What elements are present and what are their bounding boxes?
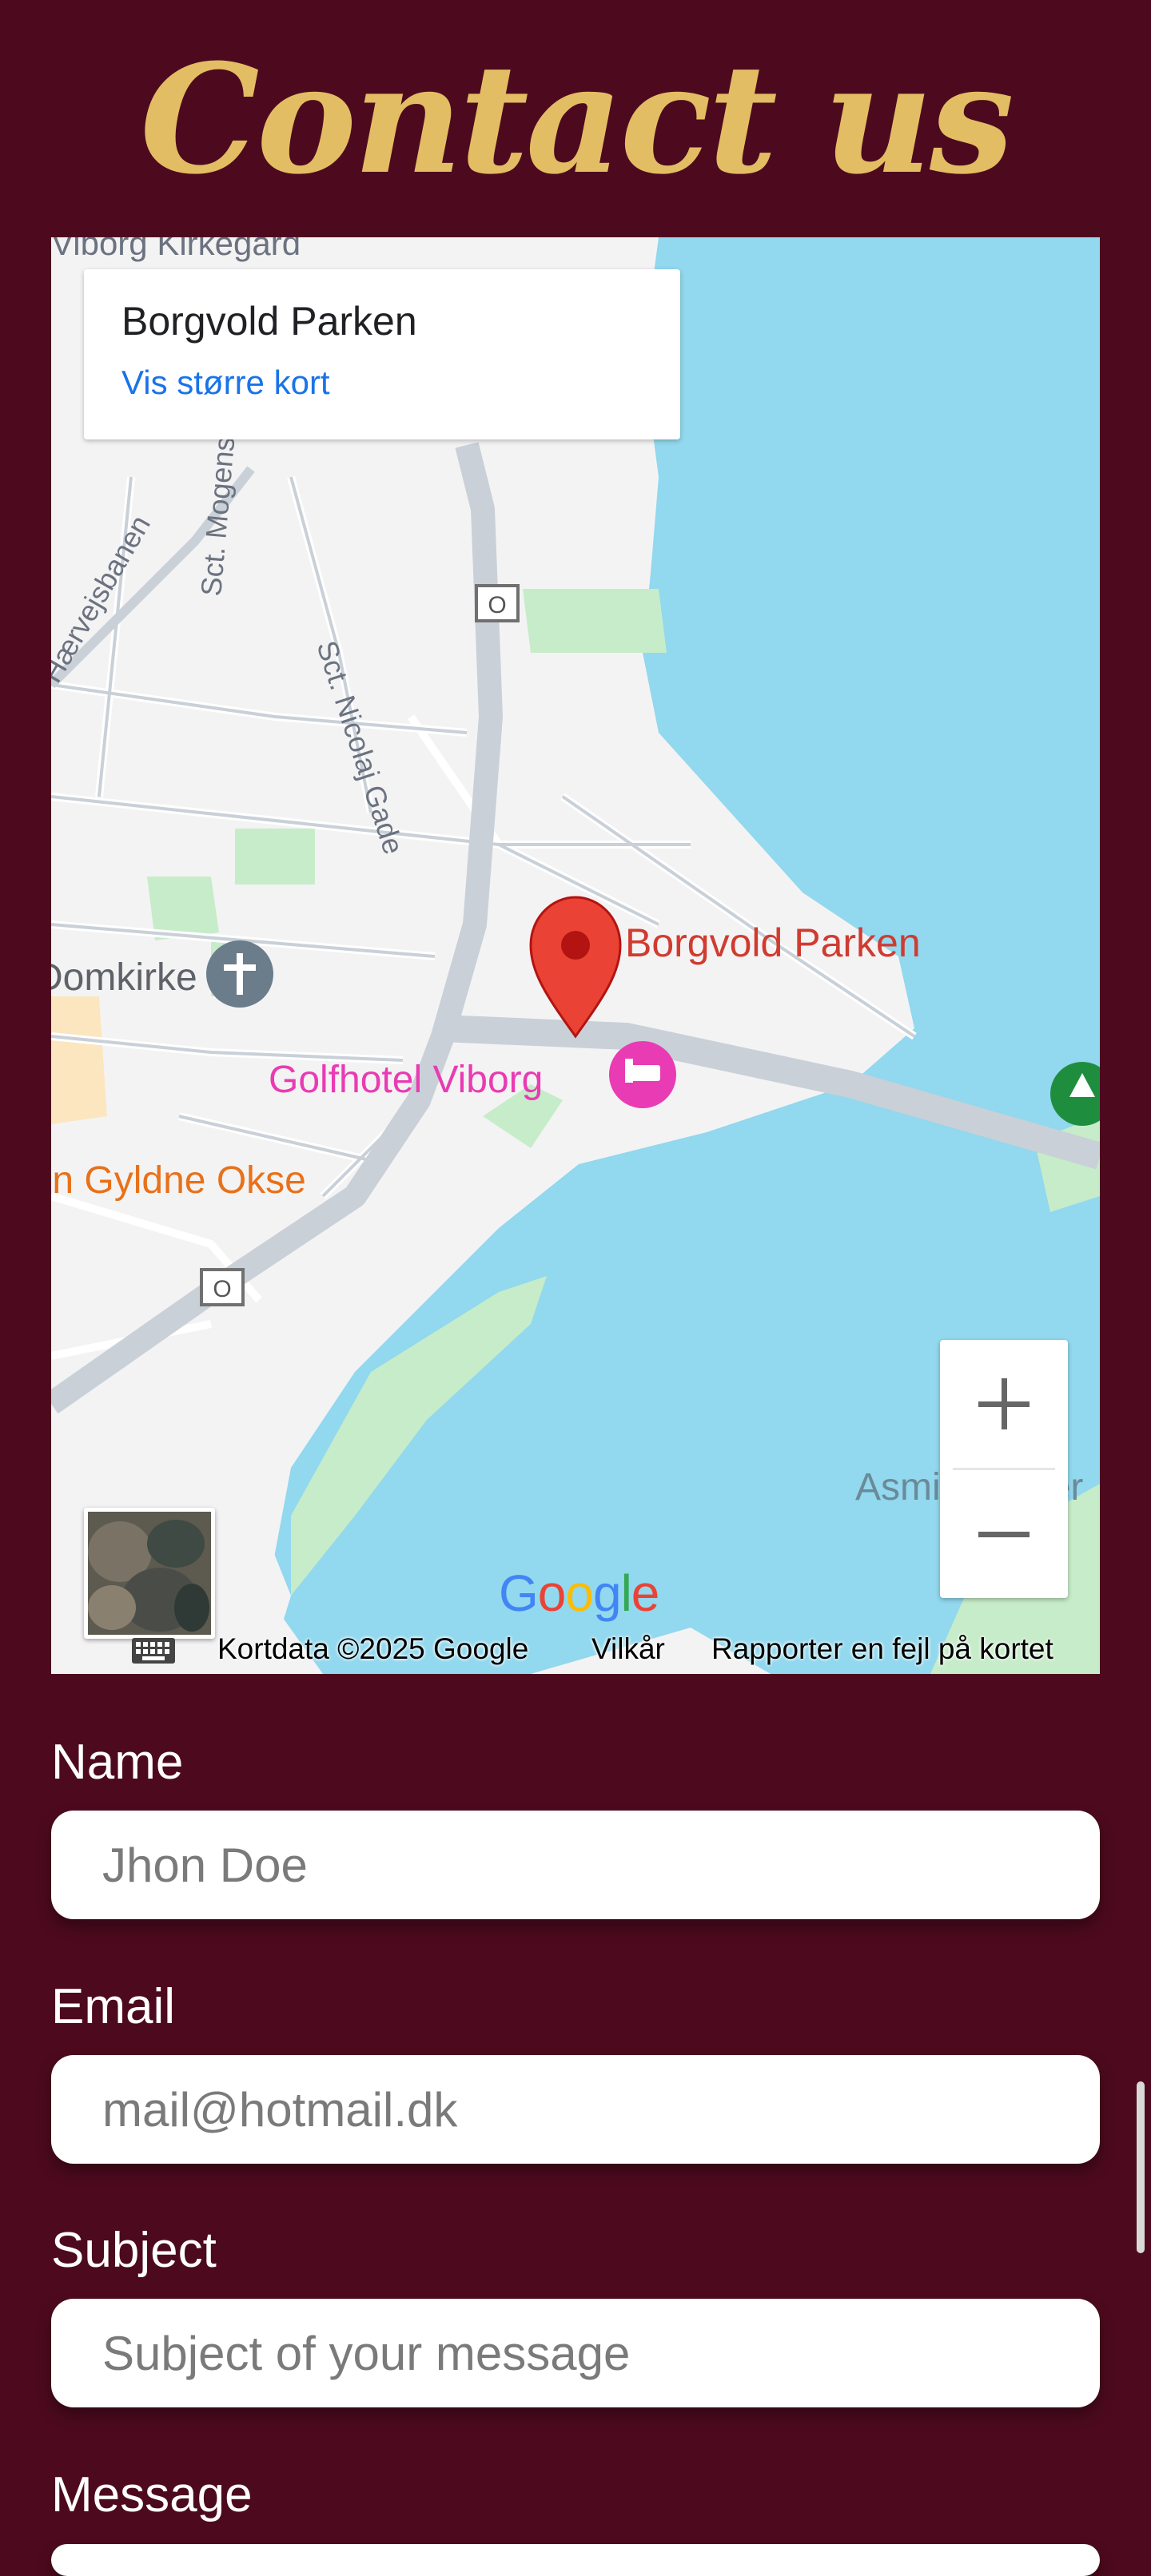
email-input[interactable] <box>51 2055 1100 2164</box>
report-map-error-link[interactable]: Rapporter en fejl på kortet <box>711 1632 1053 1666</box>
road-badge-1: O <box>475 584 520 622</box>
scrollbar-thumb[interactable] <box>1137 2081 1145 2253</box>
map-label-cemetery: Viborg Kirkegård <box>51 237 301 262</box>
subject-input[interactable] <box>51 2299 1100 2407</box>
svg-text:O: O <box>213 1276 231 1302</box>
email-label: Email <box>51 1979 176 2034</box>
satellite-view-toggle[interactable] <box>84 1508 215 1639</box>
place-info-card: Borgvold Parken Vis større kort <box>84 269 680 439</box>
map-attribution-bar: Kortdata ©2025 Google Vilkår Rapporter e… <box>51 1628 1100 1674</box>
satellite-thumbnail-icon <box>88 1512 211 1635</box>
map-label-hotel: Golfhotel Viborg <box>269 1059 543 1101</box>
subject-label: Subject <box>51 2223 217 2278</box>
message-label: Message <box>51 2467 253 2522</box>
zoom-controls <box>940 1340 1068 1598</box>
name-input[interactable] <box>51 1811 1100 1919</box>
church-pin-icon <box>206 940 273 1008</box>
zoom-in-button[interactable] <box>940 1340 1068 1468</box>
map-label-church: Domkirke <box>51 956 197 999</box>
message-textarea[interactable] <box>51 2544 1100 2576</box>
map-copyright: Kortdata ©2025 Google <box>217 1632 529 1665</box>
map-label-marker: Borgvold Parken <box>625 920 921 965</box>
svg-text:O: O <box>488 592 506 618</box>
map-label-restaurant: Den Gyldne Okse <box>51 1159 306 1202</box>
hotel-pin-icon <box>609 1041 676 1108</box>
zoom-out-button[interactable] <box>940 1470 1068 1598</box>
keyboard-icon[interactable] <box>131 1637 176 1664</box>
map-terms-link[interactable]: Vilkår <box>591 1632 665 1666</box>
place-name: Borgvold Parken <box>121 299 417 344</box>
name-label: Name <box>51 1735 184 1790</box>
map-embed[interactable]: O O Viborg Kirkegård Sct. Mogensgade Hær… <box>51 237 1100 1674</box>
page-title: Contact us <box>140 31 1014 208</box>
google-logo: Google <box>499 1564 659 1622</box>
view-larger-map-link[interactable]: Vis større kort <box>121 364 330 402</box>
minus-icon <box>978 1532 1030 1537</box>
road-badge-2: O <box>200 1268 245 1306</box>
